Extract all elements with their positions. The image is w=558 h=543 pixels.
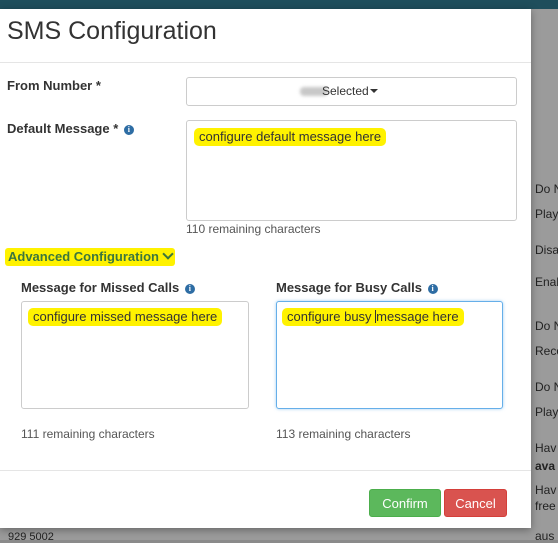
header-divider <box>0 62 531 63</box>
background-text: Hav <box>535 483 557 497</box>
background-text: Do N <box>535 182 558 196</box>
app-top-bar <box>0 0 558 9</box>
default-message-remaining: 110 remaining characters <box>186 222 321 236</box>
background-text: Play <box>535 405 558 419</box>
default-message-textarea[interactable]: configure default message here <box>186 120 517 221</box>
background-text: Hav <box>535 441 557 455</box>
chevron-down-icon <box>162 248 174 260</box>
sms-configuration-dialog: SMS Configuration From Number * Selected… <box>0 9 531 528</box>
background-text: 929 5002 <box>8 531 54 543</box>
missed-calls-remaining: 111 remaining characters <box>21 427 155 441</box>
background-text: Disa <box>535 243 558 257</box>
confirm-button[interactable]: Confirm <box>369 489 441 517</box>
info-icon[interactable]: i <box>427 284 438 294</box>
missed-calls-label: Message for Missed Calls <box>21 280 180 295</box>
busy-calls-label: Message for Busy Calls <box>276 280 422 295</box>
background-page-content: Do N Play Disa Enab Do N Reco Do N Play … <box>531 9 558 543</box>
cancel-button[interactable]: Cancel <box>444 489 507 517</box>
from-number-label: From Number * <box>7 78 101 93</box>
dialog-title: SMS Configuration <box>7 17 217 45</box>
caret-down-icon <box>369 89 378 93</box>
background-text: ava <box>535 459 556 473</box>
select-value: Selected <box>322 84 369 98</box>
background-text: Enab <box>535 275 558 289</box>
advanced-configuration-label: Advanced Configuration <box>8 249 159 264</box>
advanced-configuration-toggle[interactable]: Advanced Configuration <box>5 248 175 266</box>
background-text: Do N <box>535 380 558 394</box>
info-icon[interactable]: i <box>123 125 134 135</box>
background-text: free <box>535 499 556 513</box>
background-text: Reco <box>535 344 558 358</box>
default-message-label-group: Default Message * i <box>7 121 134 136</box>
background-text: aus <box>535 529 555 543</box>
footer-divider <box>0 470 531 471</box>
default-message-text: configure default message here <box>194 128 387 146</box>
background-footer: 929 5002 <box>0 528 531 543</box>
from-number-select[interactable]: Selected <box>186 77 517 106</box>
missed-calls-textarea[interactable]: configure missed message here <box>21 301 249 409</box>
missed-message-text: configure missed message here <box>28 308 223 326</box>
missed-calls-label-group: Message for Missed Calls i <box>21 280 195 295</box>
background-text: Do N <box>535 319 558 333</box>
busy-message-text: configure busy message here <box>282 308 464 326</box>
busy-calls-remaining: 113 remaining characters <box>276 427 411 441</box>
busy-calls-textarea[interactable]: configure busy message here <box>276 301 503 409</box>
info-icon[interactable]: i <box>184 284 195 294</box>
default-message-label: Default Message * <box>7 121 119 136</box>
background-text: Play <box>535 207 558 221</box>
busy-calls-label-group: Message for Busy Calls i <box>276 280 438 295</box>
